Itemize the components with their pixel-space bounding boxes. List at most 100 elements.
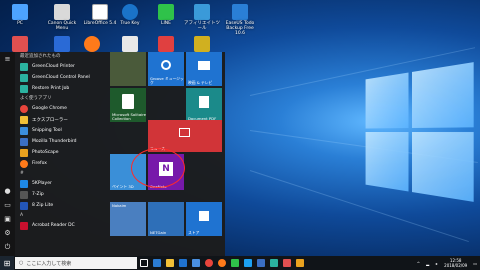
app-item-greencloud-printer[interactable]: GreenCloud Printer [18,61,106,72]
thunderbird-icon[interactable] [254,256,267,270]
frequent-header: よく使うアプリ [20,96,52,101]
tile-store[interactable]: ストア [186,202,222,236]
app-item-restore-print[interactable]: Restore Print Job [18,83,106,94]
tile-pdf[interactable]: Document PDF [186,88,222,122]
app-item-8zip[interactable]: 8 Zip Lite [18,200,106,211]
folder-icon [20,115,28,124]
settings-icon[interactable]: ⚙ [0,226,15,240]
app-item-acrobat[interactable]: Acrobat Reader DC [18,220,106,231]
system-tray: ^ ▂ ◂ 12:58 2018/02/09 ▭ [414,256,480,270]
store-icon[interactable] [176,256,189,270]
desktop-icon[interactable] [74,36,110,52]
chevron-up-icon[interactable]: ^ [417,261,420,266]
taskview-icon[interactable] [137,256,150,270]
canon-icon [54,4,70,20]
desktop-icon-affiliate[interactable]: アフィリエイトツール [184,4,220,31]
user-icon[interactable]: ● [0,184,15,198]
app-item-photoscape[interactable]: PhotoScape [18,147,106,158]
chrome-icon[interactable] [202,256,215,270]
app-item-chrome[interactable]: Google Chrome [18,103,106,114]
desktop-icon-line[interactable]: LINE [148,4,184,26]
tile-netgain[interactable]: NETGain [148,202,184,236]
film-icon [198,61,210,70]
chrome-icon [20,104,28,113]
desktop-icon-easeus[interactable]: EaseUS Todo Backup Free 10.6 [222,4,258,36]
8zip-icon [20,201,28,210]
line-icon[interactable] [228,256,241,270]
desktop-icon-pc[interactable]: PC [2,4,38,26]
app-icon [194,36,210,52]
libreoffice-icon [92,4,108,20]
app-item-snipping[interactable]: Snipping Tool [18,125,106,136]
cards-icon [122,94,134,109]
firefox-icon[interactable] [215,256,228,270]
clock[interactable]: 12:58 2018/02/09 [444,258,467,268]
pictures-icon[interactable]: ▣ [0,212,15,226]
5kplayer-icon [20,179,28,188]
desktop-icon-canon[interactable]: Canon Quick Menu [44,4,80,31]
app-list: 最近追加されたもの GreenCloud Printer GreenCloud … [18,52,106,256]
news-icon [179,128,190,137]
easeus-icon [232,4,248,20]
store-icon [199,211,209,221]
windows-logo [365,62,474,202]
greencloud-icon [20,84,28,93]
greencloud-icon [20,62,28,71]
desktop-icon[interactable] [112,36,148,52]
power-icon[interactable]: ⏻ [0,240,15,254]
app-icon[interactable] [280,256,293,270]
groove-icon [161,60,171,70]
line-icon [158,4,174,20]
search-icon: ○ [19,260,24,266]
letter-header-a[interactable]: A [18,211,106,220]
recent-header: 最近追加されたもの [20,54,61,59]
start-rail: ≡ ● ▭ ▣ ⚙ ⏻ [0,52,15,256]
desktop-icon[interactable] [184,36,220,52]
app-item-explorer[interactable]: エクスプローラー [18,114,106,125]
volume-icon[interactable]: ◂ [435,261,437,266]
start-button[interactable]: ⊞ [0,256,14,270]
tile-movies[interactable]: 映画 & テレビ [186,52,222,86]
documents-icon[interactable]: ▭ [0,198,15,212]
desktop-icon[interactable] [148,36,184,52]
highlight-circle [131,148,185,188]
acrobat-icon [20,221,28,230]
tile-solitaire[interactable]: Microsoft Solitaire Collection [110,88,146,122]
firefox-icon [20,159,28,168]
app-item-firefox[interactable]: Firefox [18,158,106,169]
tile-nokaim[interactable]: Nokaim [110,202,146,236]
photoscape-icon [20,148,28,157]
7zip-icon [20,190,28,199]
mail-icon[interactable] [189,256,202,270]
desktop-icon[interactable] [2,36,38,52]
app-icon [122,36,138,52]
app-item-greencloud-control[interactable]: GreenCloud Control Panel [18,72,106,83]
notification-icon[interactable]: ▭ [473,261,477,266]
app-item-5kplayer[interactable]: 5KPlayer [18,178,106,189]
explorer-icon[interactable] [163,256,176,270]
app-icon[interactable] [267,256,280,270]
tile-game[interactable] [110,52,146,86]
search-box[interactable]: ○ ここに入力して検索 [15,257,137,269]
hamburger-icon[interactable]: ≡ [0,52,15,66]
app-item-7zip[interactable]: 7-Zip [18,189,106,200]
thunderbird-icon [20,137,28,146]
network-icon[interactable]: ▂ [426,261,429,266]
letter-header-hash[interactable]: # [18,169,106,178]
pc-icon [12,4,28,20]
desktop-icon-truekey[interactable]: True Key [112,4,148,26]
firefox-icon [84,36,100,52]
scissors-icon [20,126,28,135]
taskbar: ⊞ ○ ここに入力して検索 ^ ▂ ◂ 12:58 2018/02/09 ▭ [0,256,480,270]
twitter-icon[interactable] [241,256,254,270]
greencloud-icon [20,73,28,82]
tile-groove[interactable]: Groove ミュージック [148,52,184,86]
app-icon [158,36,174,52]
edge-icon[interactable] [150,256,163,270]
pdf-icon [199,96,209,108]
app-icon[interactable] [293,256,306,270]
app-icon [54,36,70,52]
app-item-thunderbird[interactable]: Mozilla Thunderbird [18,136,106,147]
truekey-icon [122,4,138,20]
app-icon [12,36,28,52]
